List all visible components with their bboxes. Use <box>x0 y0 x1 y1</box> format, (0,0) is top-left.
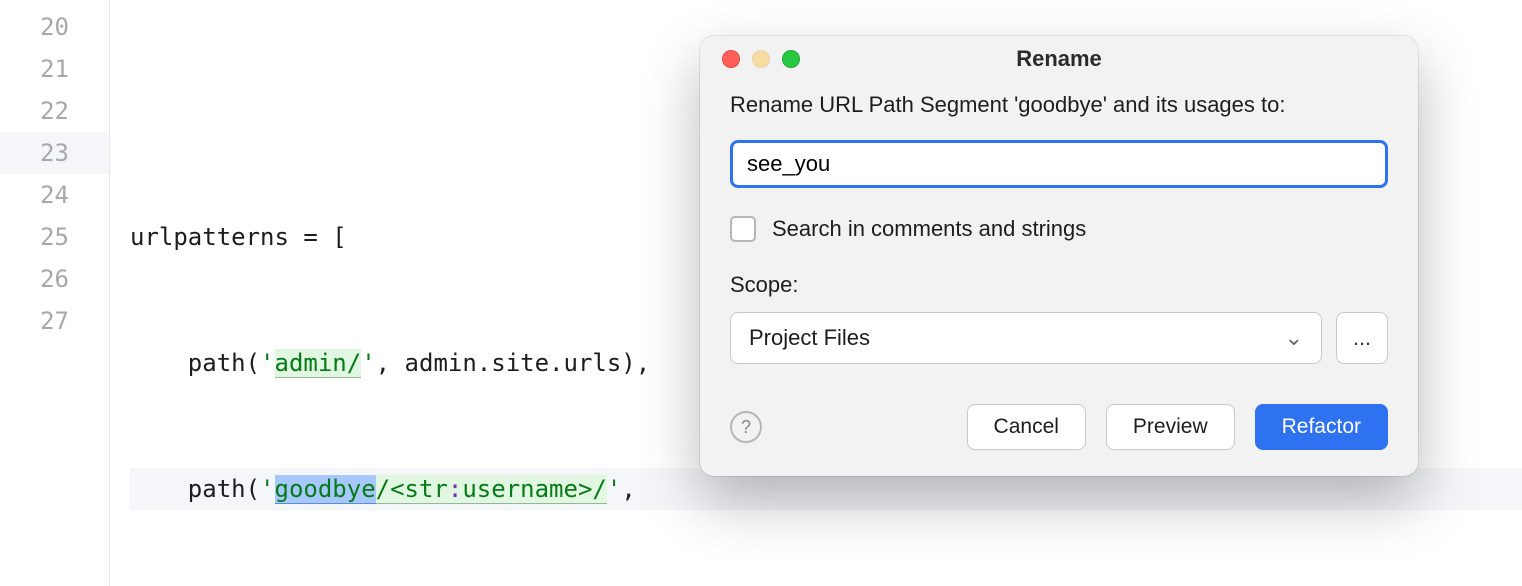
search-comments-label: Search in comments and strings <box>772 216 1086 242</box>
traffic-lights <box>700 50 800 68</box>
minimize-icon <box>752 50 770 68</box>
line-number: 22 <box>0 90 69 132</box>
chevron-down-icon: ⌄ <box>1285 325 1303 351</box>
new-name-input[interactable] <box>730 140 1388 188</box>
close-icon[interactable] <box>722 50 740 68</box>
zoom-icon[interactable] <box>782 50 800 68</box>
line-number: 23 <box>0 132 109 174</box>
line-number: 25 <box>0 216 69 258</box>
scope-select[interactable]: Project Files ⌄ <box>730 312 1322 364</box>
line-number-gutter: 20 21 22 23 24 25 26 27 <box>0 0 110 586</box>
dialog-title: Rename <box>700 46 1418 72</box>
rename-prompt: Rename URL Path Segment 'goodbye' and it… <box>730 92 1388 118</box>
line-number: 26 <box>0 258 69 300</box>
scope-more-button[interactable]: ... <box>1336 312 1388 364</box>
dialog-titlebar: Rename <box>700 36 1418 82</box>
line-number: 20 <box>0 6 69 48</box>
rename-dialog: Rename Rename URL Path Segment 'goodbye'… <box>700 36 1418 476</box>
line-number: 27 <box>0 300 69 342</box>
cancel-button[interactable]: Cancel <box>967 404 1086 450</box>
line-number: 21 <box>0 48 69 90</box>
preview-button[interactable]: Preview <box>1106 404 1235 450</box>
scope-selected-value: Project Files <box>749 325 870 351</box>
line-number: 24 <box>0 174 69 216</box>
refactor-button[interactable]: Refactor <box>1255 404 1388 450</box>
scope-label: Scope: <box>730 272 1388 298</box>
search-comments-checkbox[interactable] <box>730 216 756 242</box>
help-icon[interactable]: ? <box>730 411 762 443</box>
